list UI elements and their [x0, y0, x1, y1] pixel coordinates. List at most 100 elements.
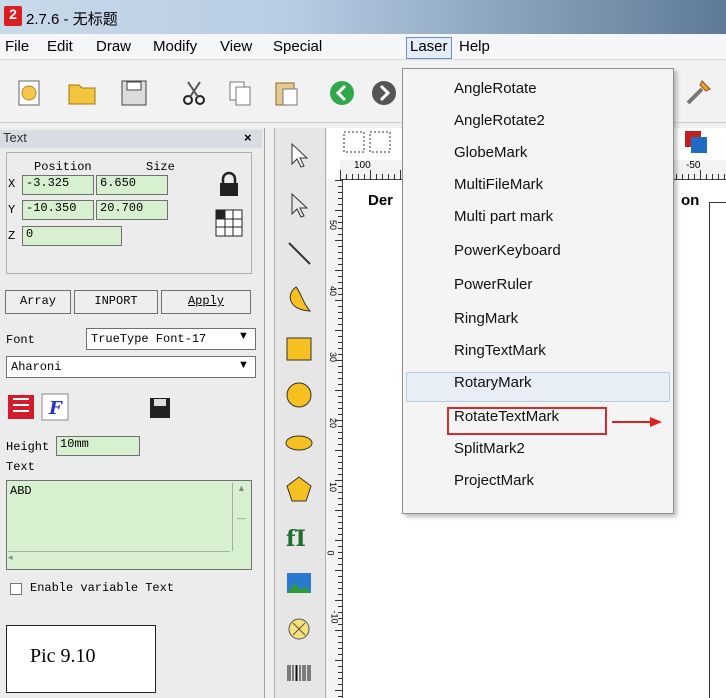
font-type-select[interactable]: TrueType Font-17	[86, 328, 256, 350]
node-edit-icon[interactable]	[284, 190, 314, 220]
ruler-tick	[338, 672, 343, 673]
ruler-tick	[682, 174, 683, 180]
apply-button[interactable]: Apply	[161, 290, 251, 314]
y-size-field[interactable]: 20.700	[96, 200, 168, 220]
text-tool-icon[interactable]: fI	[284, 522, 314, 552]
grid-icon[interactable]	[214, 208, 244, 238]
title-bar: 2 2.7.6 - 无标题	[0, 0, 726, 34]
z-field[interactable]: 0	[22, 226, 122, 246]
menu-modify[interactable]: Modify	[150, 38, 200, 58]
laser-menu-item[interactable]: MultiFileMark	[454, 176, 543, 193]
rectangle-tool-icon[interactable]	[284, 334, 314, 364]
laser-menu-item[interactable]: RotaryMark	[454, 374, 532, 391]
polygon-tool-icon[interactable]	[284, 474, 314, 504]
select-arrow-icon[interactable]	[284, 140, 314, 170]
array-button[interactable]: Array	[5, 290, 71, 314]
text-scrollbar[interactable]: ▲ —	[232, 483, 250, 551]
ruler-tick	[335, 450, 343, 451]
ruler-tick	[335, 270, 343, 271]
ruler-tick	[338, 228, 343, 229]
height-field[interactable]: 10mm	[56, 436, 140, 456]
canvas-toolbar-icons[interactable]	[340, 128, 400, 158]
ruler-tick	[338, 384, 343, 385]
ruler-label: 100	[354, 160, 371, 171]
x-position-field[interactable]: -3.325	[22, 175, 94, 195]
save-icon[interactable]	[118, 77, 150, 109]
ruler-tick	[335, 210, 343, 211]
ruler-tick	[338, 612, 343, 613]
ruler-tick	[338, 312, 343, 313]
circle-tool-icon[interactable]	[284, 380, 314, 410]
ruler-tick	[338, 204, 343, 205]
ruler-tick	[338, 318, 343, 319]
ruler-tick	[338, 552, 343, 553]
new-icon[interactable]	[14, 77, 46, 109]
ruler-tick	[338, 372, 343, 373]
chevron-down-icon[interactable]: ▼	[238, 359, 249, 371]
forward-icon[interactable]	[368, 77, 400, 109]
ruler-tick	[338, 528, 343, 529]
paste-icon[interactable]	[270, 77, 302, 109]
bitmap-tool-icon[interactable]	[284, 568, 314, 598]
laser-menu-item[interactable]: RingTextMark	[454, 342, 546, 359]
tools-icon[interactable]	[682, 77, 714, 109]
ellipse-tool-icon[interactable]	[284, 428, 314, 458]
ruler-tick	[676, 174, 677, 180]
ruler-tick	[700, 170, 701, 180]
curve-tool-icon[interactable]	[284, 284, 314, 314]
laser-menu-item[interactable]: RotateTextMark	[454, 408, 559, 425]
ruler-tick	[335, 390, 343, 391]
line-tool-icon[interactable]	[284, 238, 314, 268]
menu-file[interactable]: File	[2, 38, 32, 58]
ruler-tick	[338, 264, 343, 265]
laser-menu-item[interactable]: PowerKeyboard	[454, 242, 561, 259]
svg-text:F: F	[48, 398, 63, 419]
panel-close-icon[interactable]: ×	[244, 130, 252, 145]
ruler-label: 0	[325, 550, 336, 556]
ruler-tick	[352, 174, 353, 180]
menu-special[interactable]: Special	[270, 38, 325, 58]
enable-variable-checkbox[interactable]	[10, 583, 22, 595]
cut-icon[interactable]	[178, 77, 210, 109]
canvas-text-left: Der	[368, 192, 394, 209]
font-select-icon[interactable]: F	[40, 392, 70, 422]
ruler-tick	[338, 468, 343, 469]
ruler-tick	[335, 180, 343, 181]
menu-help[interactable]: Help	[456, 38, 493, 58]
menu-view[interactable]: View	[217, 38, 255, 58]
x-size-field[interactable]: 6.650	[96, 175, 168, 195]
laser-menu-item[interactable]: GlobeMark	[454, 144, 527, 161]
vector-file-icon[interactable]	[284, 614, 314, 644]
laser-menu-item[interactable]: ProjectMark	[454, 472, 534, 489]
font-name-select[interactable]: Aharoni	[6, 356, 256, 378]
back-icon[interactable]	[326, 77, 358, 109]
text-h-scrollbar[interactable]: ◂	[8, 551, 230, 567]
ruler-tick	[338, 594, 343, 595]
menu-edit[interactable]: Edit	[44, 38, 76, 58]
laser-menu-item[interactable]: SplitMark2	[454, 440, 525, 457]
font-style-icon[interactable]	[6, 392, 36, 422]
lock-icon[interactable]	[216, 170, 242, 200]
color-layer-icon[interactable]	[682, 128, 712, 158]
laser-menu-item[interactable]: RingMark	[454, 310, 518, 327]
import-button[interactable]: INPORT	[74, 290, 158, 314]
open-icon[interactable]	[66, 77, 98, 109]
copy-icon[interactable]	[224, 77, 256, 109]
laser-menu-item[interactable]: PowerRuler	[454, 276, 532, 293]
chevron-down-icon[interactable]: ▼	[238, 330, 249, 342]
menu-laser[interactable]: Laser	[406, 37, 452, 59]
ruler-tick	[338, 486, 343, 487]
laser-menu-item[interactable]: AngleRotate	[454, 80, 537, 97]
ruler-tick	[335, 480, 343, 481]
laser-menu-item[interactable]: AngleRotate2	[454, 112, 545, 129]
ruler-tick	[338, 642, 343, 643]
save-font-icon[interactable]	[148, 396, 172, 420]
text-content-value: ABD	[10, 484, 32, 498]
menu-draw[interactable]: Draw	[93, 38, 134, 58]
ruler-tick	[338, 402, 343, 403]
laser-menu-item[interactable]: Multi part mark	[454, 208, 553, 225]
y-label: Y	[8, 203, 16, 217]
y-position-field[interactable]: -10.350	[22, 200, 94, 220]
barcode-tool-icon[interactable]	[284, 660, 314, 690]
ruler-tick	[338, 624, 343, 625]
